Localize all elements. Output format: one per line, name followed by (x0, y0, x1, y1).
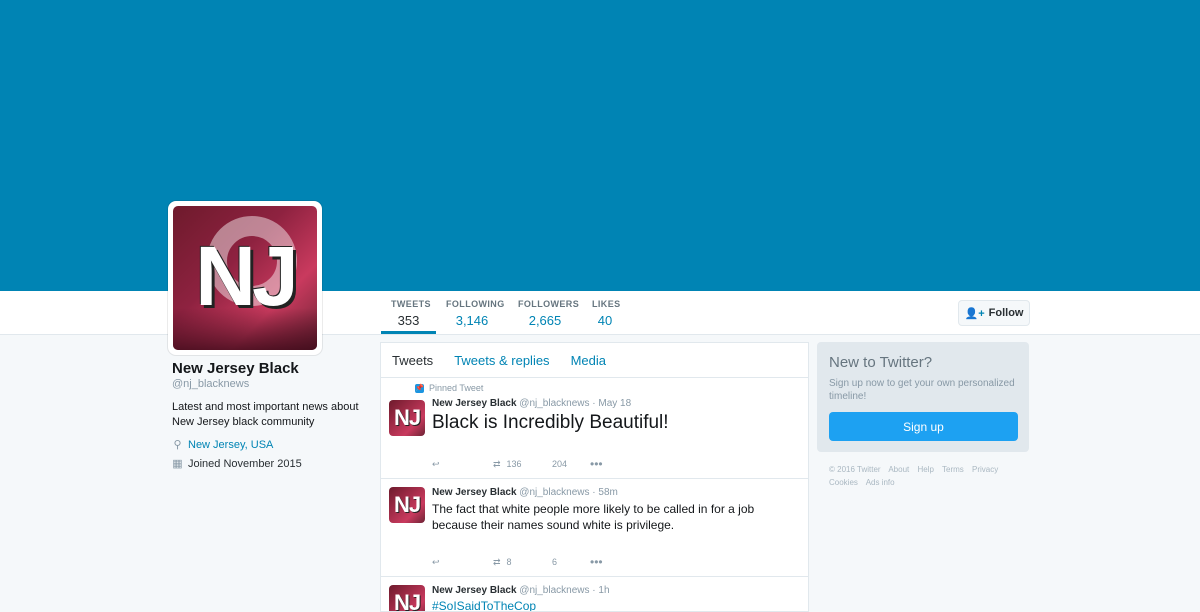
footer-link-terms[interactable]: Terms (942, 465, 964, 474)
profile-card: New Jersey Black @nj_blacknews Latest an… (172, 360, 362, 470)
tweet-dot: · (592, 398, 596, 409)
follow-label: Follow (988, 307, 1024, 319)
tweet-avatar[interactable]: NJ (389, 585, 425, 611)
tweet-author-handle[interactable]: @nj_blacknews (519, 487, 589, 498)
tweet-time[interactable]: May 18 (598, 398, 631, 409)
reply-icon: ↩ (432, 458, 440, 469)
profile-joined: ▦ Joined November 2015 (172, 457, 362, 471)
profile-location: ⚲ New Jersey, USA (172, 438, 362, 452)
stat-label: FOLLOWERS (518, 299, 580, 309)
tweet-author-name[interactable]: New Jersey Black (432, 398, 517, 409)
site-footer: © 2016 Twitter About Help Terms Privacy … (829, 463, 1029, 489)
more-options-icon[interactable]: ••• (590, 457, 603, 471)
profile-name[interactable]: New Jersey Black (172, 360, 362, 377)
signup-button[interactable]: Sign up (829, 412, 1018, 441)
profile-handle[interactable]: @nj_blacknews (172, 378, 362, 390)
tweet-header: New Jersey Black @nj_blacknews · 1h (432, 585, 610, 596)
reply-button[interactable]: ↩ (432, 459, 493, 470)
stat-label: FOLLOWING (446, 299, 505, 309)
tweet-time[interactable]: 1h (598, 585, 609, 596)
hashtag-link[interactable]: #SoISaidToTheCop (432, 599, 800, 611)
profile-avatar[interactable]: NJ (168, 201, 322, 355)
like-count: 6 (552, 557, 558, 567)
location-link[interactable]: New Jersey, USA (188, 439, 273, 451)
calendar-icon: ▦ (172, 458, 183, 470)
signup-heading: New to Twitter? (829, 354, 933, 371)
timeline-tabs: Tweets Tweets & replies Media (381, 343, 808, 378)
pinned-tweet-context: 📌 Pinned Tweet (415, 383, 483, 393)
add-user-icon: 👤+ (964, 307, 985, 320)
joined-date: Joined November 2015 (188, 457, 302, 470)
footer-link-cookies[interactable]: Cookies (829, 478, 858, 487)
tab-media[interactable]: Media (571, 353, 606, 368)
tweet-text: Black is Incredibly Beautiful! (432, 412, 669, 433)
stat-tweets[interactable]: TWEETS 353 (381, 291, 436, 334)
tab-tweets-replies[interactable]: Tweets & replies (454, 353, 549, 368)
footer-link-privacy[interactable]: Privacy (972, 465, 998, 474)
tweet-author-handle[interactable]: @nj_blacknews (519, 585, 589, 596)
more-options-icon[interactable]: ••• (590, 555, 603, 569)
tweet-dot: · (592, 487, 596, 498)
tab-tweets[interactable]: Tweets (392, 353, 433, 368)
stat-value: 3,146 (455, 313, 489, 328)
footer-link-help[interactable]: Help (917, 465, 933, 474)
stat-following[interactable]: FOLLOWING 3,146 (436, 291, 508, 334)
retweet-icon: ⇄ (493, 458, 501, 469)
location-pin-icon: ⚲ (173, 439, 182, 451)
tweet-actions: ↩ ⇄ 136 204 ••• (432, 457, 603, 471)
stat-likes[interactable]: LIKES 40 (582, 291, 628, 334)
profile-stats: TWEETS 353 FOLLOWING 3,146 FOLLOWERS 2,6… (381, 291, 628, 334)
like-count: 204 (552, 459, 568, 469)
reply-icon: ↩ (432, 556, 440, 567)
tweet-avatar[interactable]: NJ (389, 487, 425, 523)
footer-copyright: © 2016 Twitter (829, 465, 881, 474)
tweet-dot: · (592, 585, 596, 596)
tweet-author-handle[interactable]: @nj_blacknews (519, 398, 589, 409)
retweet-button[interactable]: ⇄ 136 (493, 459, 552, 470)
tweet-author-name[interactable]: New Jersey Black (432, 487, 517, 498)
signup-module: New to Twitter? Sign up now to get your … (817, 342, 1029, 452)
stat-value: 2,665 (528, 313, 562, 328)
footer-link-ads-info[interactable]: Ads info (866, 478, 895, 487)
profile-bio: Latest and most important news about New… (172, 401, 359, 428)
follow-button[interactable]: 👤+ Follow (958, 300, 1030, 326)
pin-icon: 📌 (415, 383, 424, 393)
tweet-time[interactable]: 58m (598, 487, 617, 498)
tweet-header: New Jersey Black @nj_blacknews · 58m (432, 487, 618, 498)
tweet-item[interactable]: NJ New Jersey Black @nj_blacknews · 58m … (381, 479, 808, 577)
retweet-count: 8 (506, 557, 512, 567)
stat-label: LIKES (592, 299, 621, 309)
signup-text: Sign up now to get your own personalized… (829, 378, 1015, 402)
tweet-avatar[interactable]: NJ (389, 400, 425, 436)
retweet-count: 136 (506, 459, 522, 469)
retweet-icon: ⇄ (493, 556, 501, 567)
retweet-button[interactable]: ⇄ 8 (493, 557, 552, 568)
stat-value: 353 (397, 313, 420, 328)
like-button[interactable]: 204 (552, 459, 590, 469)
tweet-author-name[interactable]: New Jersey Black (432, 585, 517, 596)
stat-label: TWEETS (391, 299, 431, 309)
like-button[interactable]: 6 (552, 557, 590, 567)
tweet-actions: ↩ ⇄ 8 6 ••• (432, 555, 603, 569)
footer-link-about[interactable]: About (888, 465, 909, 474)
tweet-text: The fact that white people more likely t… (432, 502, 755, 532)
timeline: Tweets Tweets & replies Media 📌 Pinned T… (380, 342, 809, 612)
pinned-label: Pinned Tweet (429, 383, 484, 393)
reply-button[interactable]: ↩ (432, 557, 493, 568)
tweet-header: New Jersey Black @nj_blacknews · May 18 (432, 398, 631, 409)
avatar-image: NJ (173, 206, 317, 350)
tweet-item[interactable]: 📌 Pinned Tweet NJ New Jersey Black @nj_b… (381, 378, 808, 479)
stat-followers[interactable]: FOLLOWERS 2,665 (508, 291, 582, 334)
stat-value: 40 (597, 313, 613, 328)
